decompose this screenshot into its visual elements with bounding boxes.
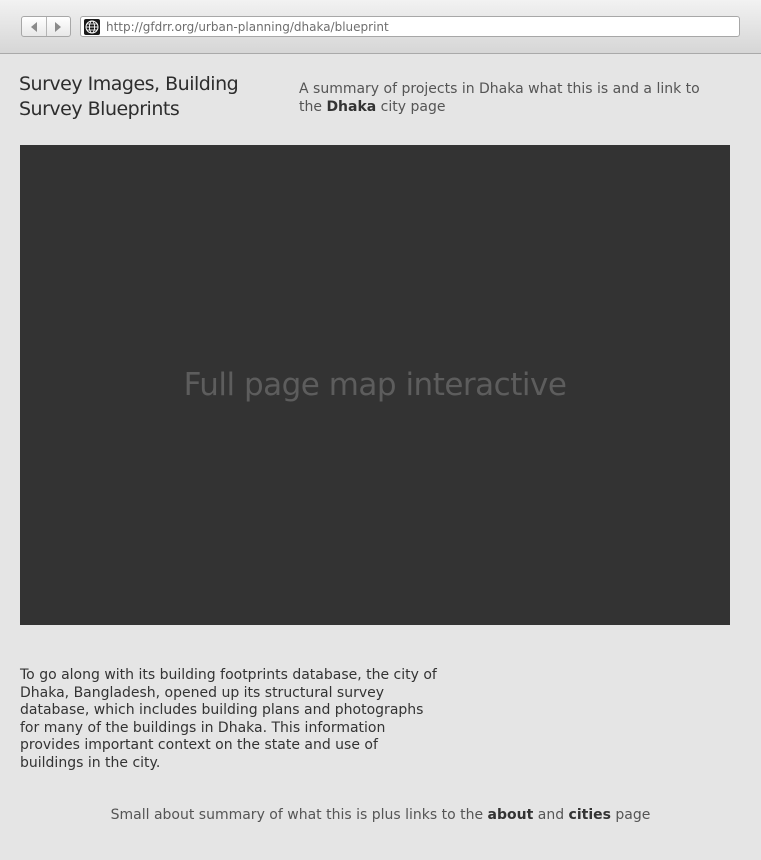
footer-text-after: page [610, 807, 651, 823]
description-text: To go along with its building footprints… [20, 667, 437, 771]
forward-arrow-icon [55, 21, 62, 32]
map-placeholder[interactable]: Full page map interactive [20, 145, 730, 625]
back-arrow-icon [30, 21, 37, 32]
page-title: Survey Images, Building Survey Blueprint… [19, 73, 239, 120]
forward-button[interactable] [45, 17, 71, 36]
url-text[interactable]: http://gfdrr.org/urban-planning/dhaka/bl… [106, 20, 389, 34]
footer-text-before: Small about summary of what this is plus… [110, 807, 488, 823]
dhaka-city-link[interactable]: Dhaka [326, 99, 376, 115]
footer-text-middle: and [533, 807, 569, 823]
address-bar[interactable]: http://gfdrr.org/urban-planning/dhaka/bl… [80, 16, 740, 37]
navigation-buttons [21, 16, 71, 37]
footer-summary: Small about summary of what this is plus… [0, 807, 761, 823]
browser-toolbar: http://gfdrr.org/urban-planning/dhaka/bl… [0, 0, 761, 54]
intro-summary: A summary of projects in Dhaka what this… [299, 80, 719, 116]
cities-link[interactable]: cities [569, 807, 611, 823]
globe-icon [83, 18, 101, 36]
back-button[interactable] [22, 17, 46, 36]
map-placeholder-label: Full page map interactive [183, 367, 567, 403]
about-link[interactable]: about [488, 807, 534, 823]
intro-suffix: city page [376, 99, 446, 115]
